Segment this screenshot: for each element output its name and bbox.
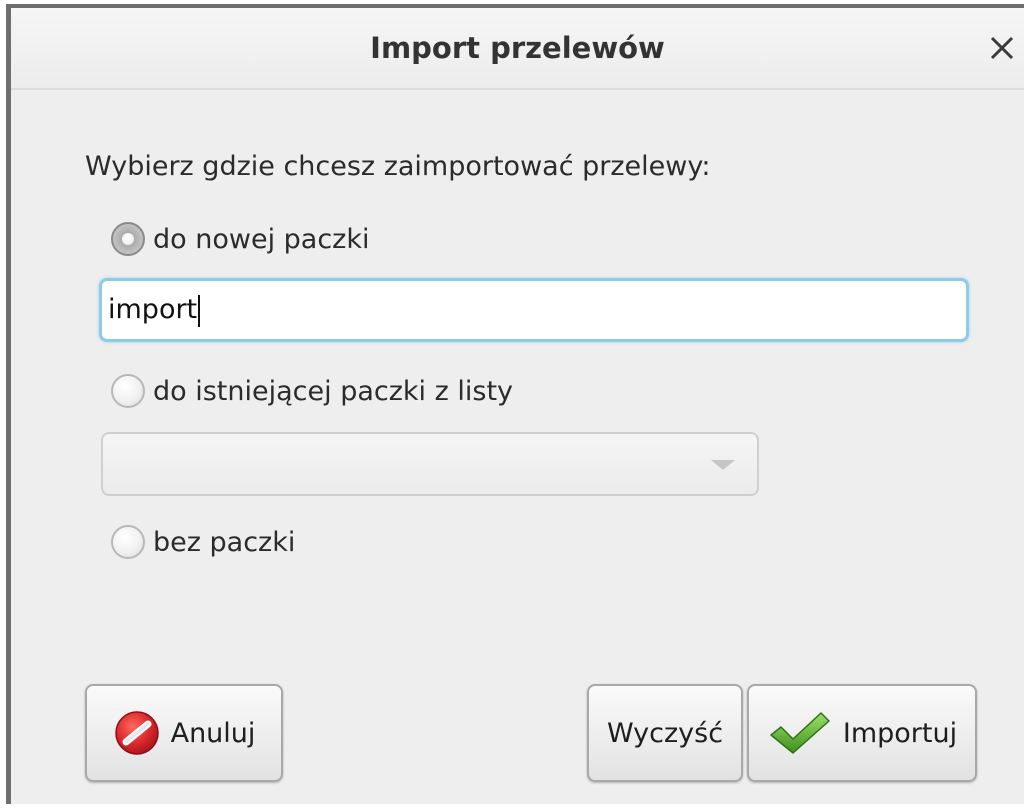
- new-package-name-value: import: [108, 294, 198, 325]
- import-target-prompt: Wybierz gdzie chcesz zaimportować przele…: [85, 151, 711, 182]
- clear-button[interactable]: Wyczyść: [587, 684, 743, 782]
- close-button[interactable]: [980, 26, 1024, 70]
- option-new-package-label: do nowej paczki: [153, 223, 370, 255]
- import-button[interactable]: Importuj: [747, 684, 977, 782]
- radio-new-package[interactable]: [111, 222, 145, 256]
- option-no-package-label: bez paczki: [153, 526, 296, 558]
- new-package-name-field[interactable]: import: [99, 278, 969, 342]
- option-existing-package-label: do istniejącej paczki z listy: [153, 375, 514, 407]
- clear-button-label: Wyczyść: [606, 717, 724, 749]
- option-existing-package[interactable]: do istniejącej paczki z listy: [111, 371, 513, 411]
- import-button-label: Importuj: [842, 717, 958, 749]
- checkmark-icon: [767, 709, 833, 757]
- cancel-button-label: Anuluj: [170, 717, 256, 749]
- import-dialog: Import przelewów Wybierz gdzie chcesz za…: [6, 4, 1024, 804]
- option-new-package[interactable]: do nowej paczki: [111, 219, 370, 259]
- option-no-package[interactable]: bez paczki: [111, 522, 295, 562]
- radio-no-package[interactable]: [111, 525, 145, 559]
- title-bar: Import przelewów: [11, 8, 1024, 90]
- text-caret: [198, 294, 201, 327]
- cancel-icon: [113, 709, 161, 757]
- close-icon: [990, 36, 1014, 60]
- existing-package-select[interactable]: [101, 432, 759, 496]
- radio-existing-package[interactable]: [111, 374, 145, 408]
- cancel-button[interactable]: Anuluj: [85, 684, 283, 782]
- dialog-title: Import przelewów: [370, 31, 665, 65]
- chevron-down-icon: [711, 460, 735, 470]
